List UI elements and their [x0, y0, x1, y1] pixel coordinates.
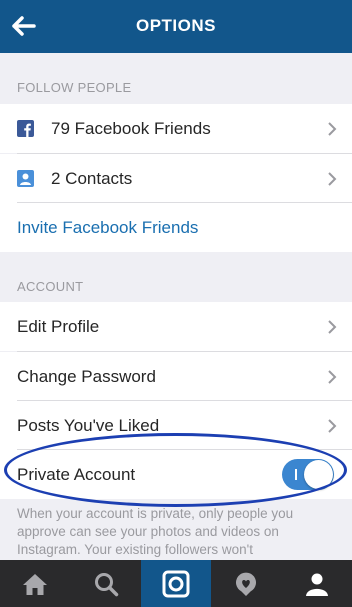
contacts-label: 2 Contacts [51, 168, 133, 188]
search-icon [94, 572, 118, 596]
tab-camera[interactable] [140, 560, 212, 607]
invite-facebook-friends-row[interactable]: Invite Facebook Friends [0, 203, 352, 252]
facebook-friends-label: 79 Facebook Friends [51, 118, 211, 138]
options-header: OPTIONS [0, 0, 352, 53]
tab-profile[interactable] [282, 560, 352, 607]
contacts-row[interactable]: 2 Contacts [0, 154, 352, 203]
facebook-icon [17, 120, 34, 137]
chevron-right-icon [328, 320, 337, 334]
toggle-on-mark [295, 469, 297, 480]
camera-icon [162, 570, 190, 597]
private-account-toggle[interactable] [282, 459, 334, 490]
section-label-account: ACCOUNT [17, 279, 84, 294]
edit-profile-label: Edit Profile [17, 316, 100, 336]
chevron-right-icon [328, 172, 337, 186]
private-account-row: Private Account [0, 450, 352, 499]
edit-profile-row[interactable]: Edit Profile [0, 302, 352, 351]
tab-activity[interactable] [211, 560, 281, 607]
posts-liked-row[interactable]: Posts You've Liked [0, 401, 352, 450]
tab-home[interactable] [0, 560, 70, 607]
chevron-right-icon [328, 419, 337, 433]
invite-facebook-friends-link[interactable]: Invite Facebook Friends [17, 218, 198, 238]
home-icon [23, 573, 48, 595]
activity-icon [236, 572, 257, 596]
bottom-tab-bar [0, 560, 352, 607]
chevron-right-icon [328, 370, 337, 384]
private-account-help-text: When your account is private, only peopl… [17, 506, 294, 557]
profile-icon [305, 573, 328, 596]
toggle-knob [304, 460, 333, 489]
change-password-row[interactable]: Change Password [0, 352, 352, 401]
chevron-right-icon [328, 122, 337, 136]
posts-liked-label: Posts You've Liked [17, 415, 160, 435]
private-account-label: Private Account [17, 464, 136, 484]
tab-search[interactable] [70, 560, 140, 607]
page-title: OPTIONS [135, 16, 216, 35]
facebook-friends-row[interactable]: 79 Facebook Friends [0, 104, 352, 153]
section-label-follow-people: FOLLOW PEOPLE [17, 80, 132, 95]
contacts-icon [17, 170, 34, 187]
change-password-label: Change Password [17, 366, 156, 386]
